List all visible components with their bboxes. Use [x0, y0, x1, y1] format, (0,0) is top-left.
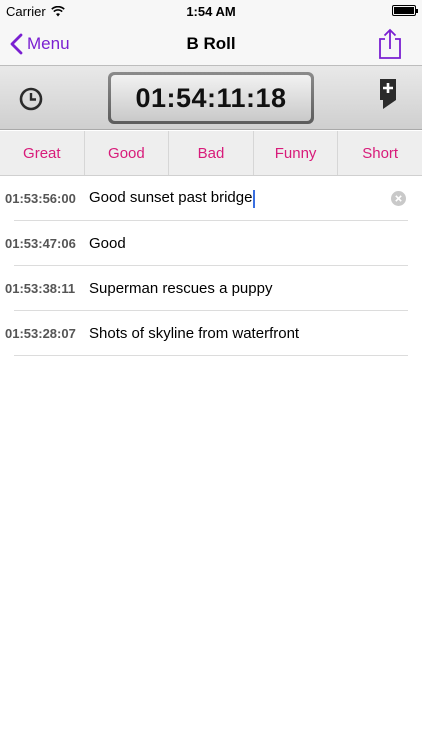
tag-button-bad[interactable]: Bad [169, 131, 254, 175]
note-text: Good [89, 235, 126, 252]
menu-back-button[interactable]: Menu [10, 22, 70, 66]
note-text: Superman rescues a puppy [89, 280, 273, 297]
share-button[interactable] [376, 28, 404, 60]
tag-button-good[interactable]: Good [85, 131, 170, 175]
page-title: B Roll [186, 34, 236, 53]
note-timecode: 01:53:47:06 [5, 236, 76, 251]
clear-text-button[interactable] [391, 191, 406, 206]
chevron-left-icon [10, 33, 23, 55]
list-item[interactable]: 01:53:47:06 Good [0, 221, 422, 266]
note-timecode: 01:53:56:00 [5, 191, 76, 206]
status-bar: Carrier 1:54 AM [0, 0, 422, 22]
note-text-field[interactable]: Good sunset past bridge [89, 189, 256, 208]
share-icon [379, 28, 401, 59]
timecode-display: 01:54:11:18 [108, 72, 314, 124]
clear-text-icon [395, 195, 402, 202]
note-timecode: 01:53:38:11 [5, 281, 76, 296]
tag-button-funny[interactable]: Funny [254, 131, 339, 175]
add-marker-icon [380, 79, 396, 109]
list-item[interactable]: 01:53:38:11 Superman rescues a puppy [0, 266, 422, 311]
battery-icon [392, 5, 418, 16]
navigation-bar: Menu B Roll [0, 22, 422, 66]
clock-button[interactable] [18, 86, 44, 112]
list-item[interactable]: 01:53:28:07 Shots of skyline from waterf… [0, 311, 422, 356]
tag-button-short[interactable]: Short [338, 131, 422, 175]
note-timecode: 01:53:28:07 [5, 326, 76, 341]
text-caret [253, 189, 256, 208]
add-marker-button[interactable] [378, 78, 398, 110]
note-text: Shots of skyline from waterfront [89, 325, 300, 342]
tag-button-great[interactable]: Great [0, 131, 85, 175]
timecode-value: 01:54:11:18 [111, 75, 311, 121]
list-item[interactable]: 01:53:56:00 Good sunset past bridge [0, 176, 422, 221]
clock-icon [19, 87, 43, 111]
status-time: 1:54 AM [186, 4, 236, 19]
back-label: Menu [27, 34, 70, 53]
notes-list: 01:53:56:00 Good sunset past bridge 01:5… [0, 176, 422, 356]
timecode-toolbar: 01:54:11:18 [0, 66, 422, 130]
tag-bar: Great Good Bad Funny Short [0, 131, 422, 176]
